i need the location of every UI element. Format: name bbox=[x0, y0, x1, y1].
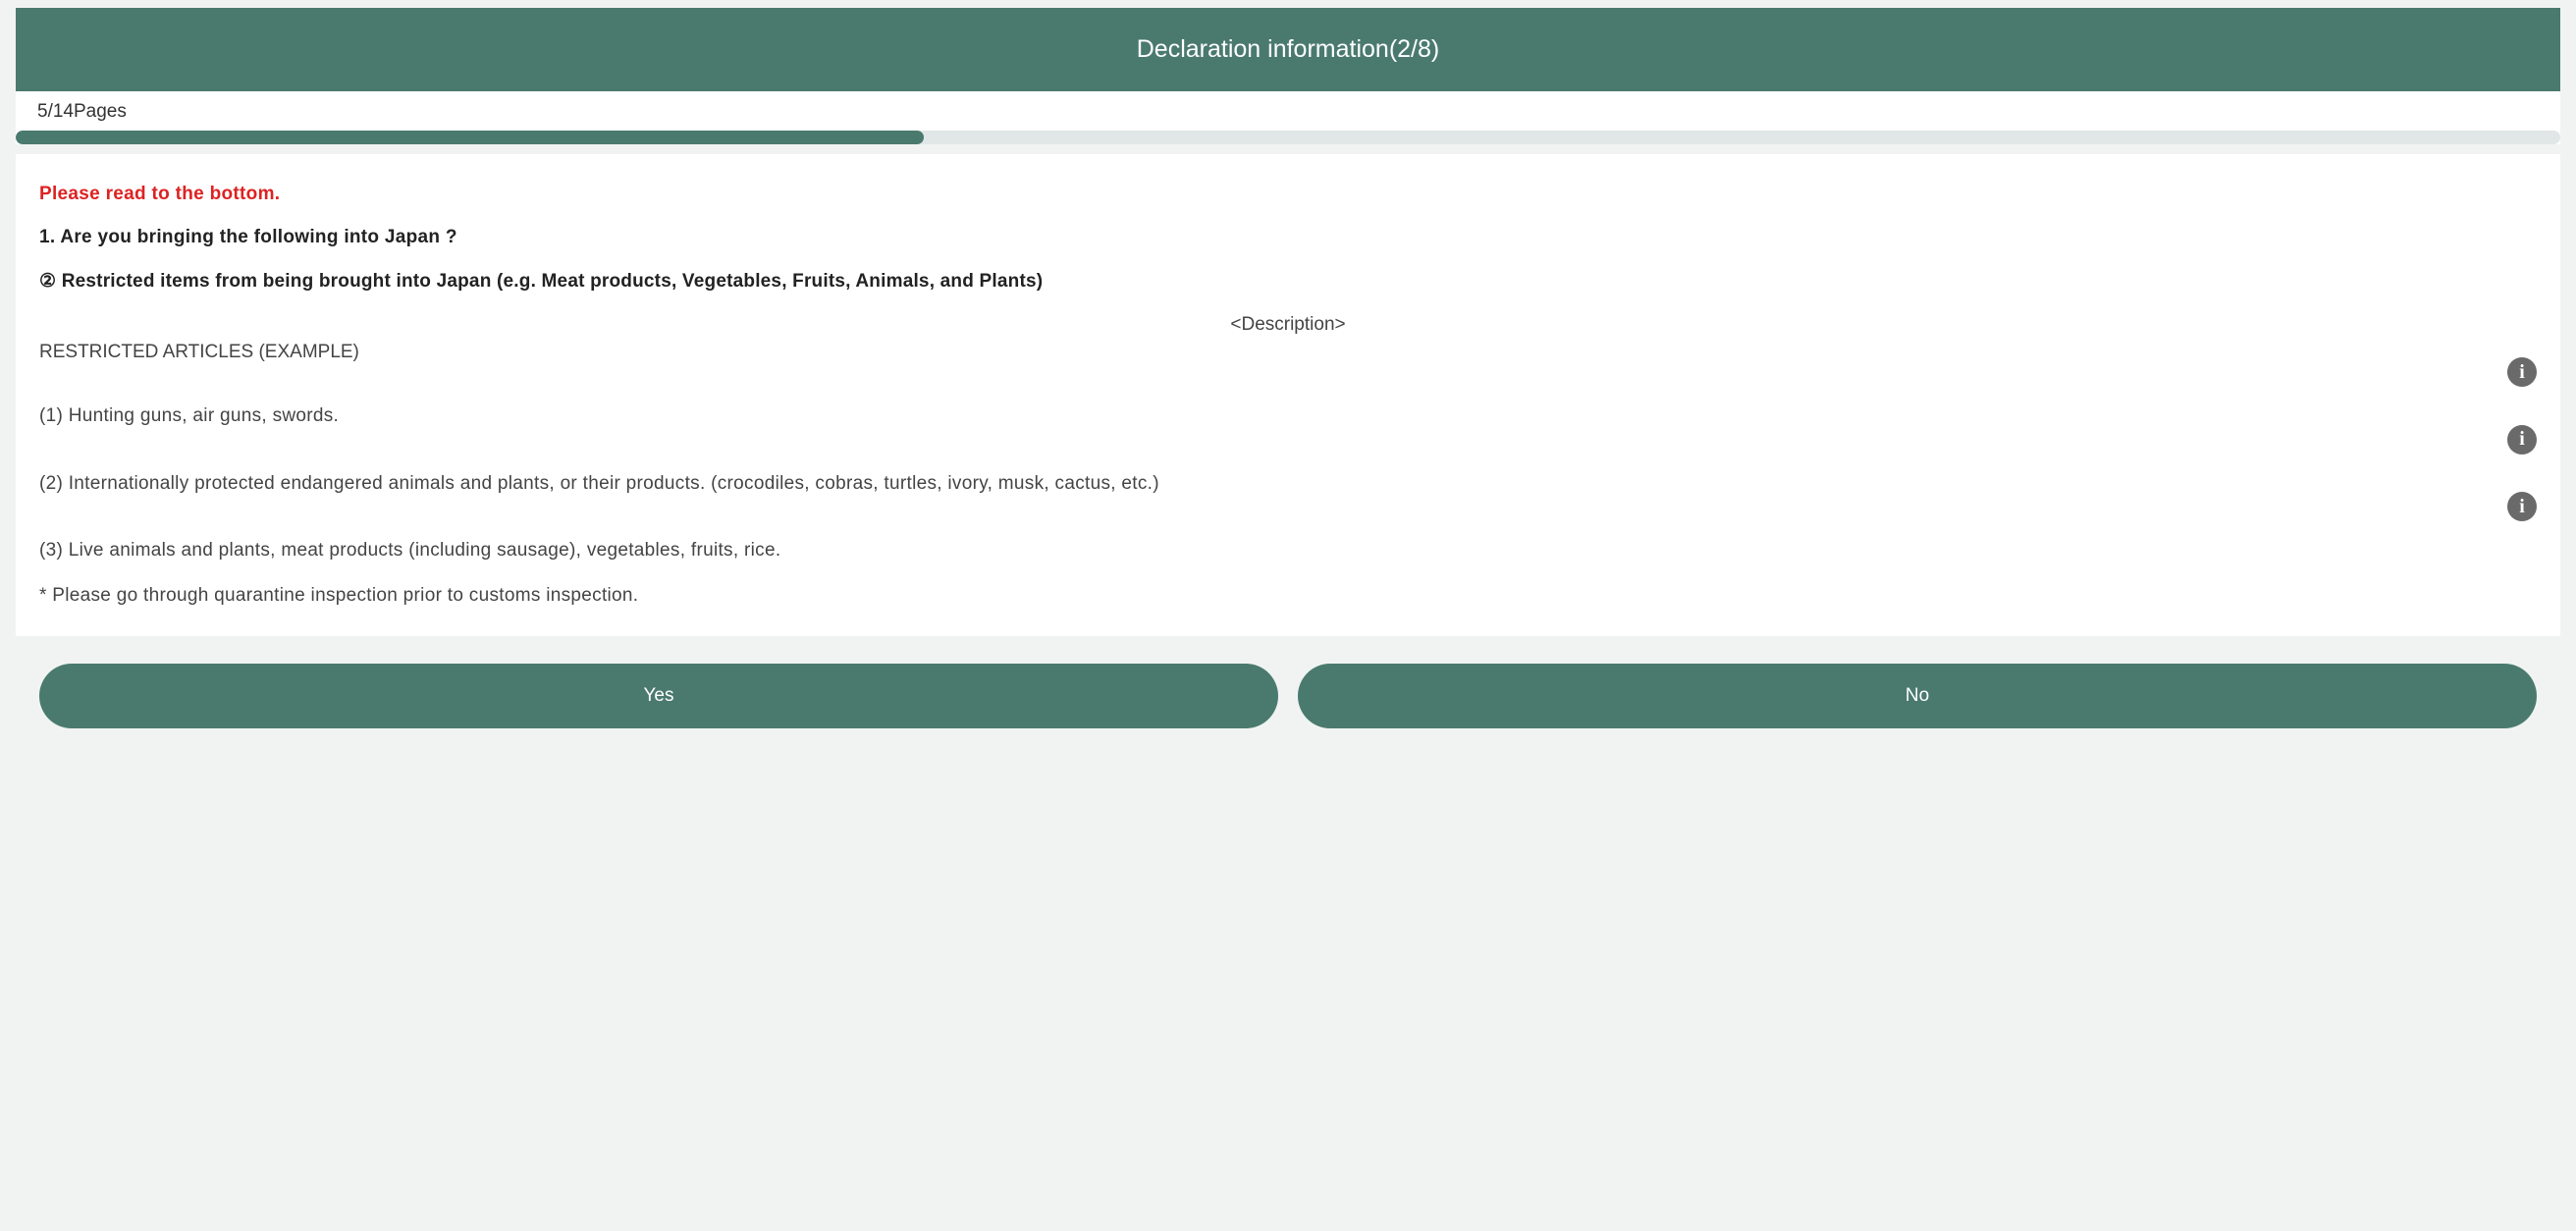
restricted-item-text: (1) Hunting guns, air guns, swords. bbox=[39, 402, 2537, 431]
description-title: RESTRICTED ARTICLES (EXAMPLE) bbox=[39, 342, 2537, 363]
page-title: Declaration information(2/8) bbox=[1137, 35, 1439, 63]
question-line-1: 1. Are you bringing the following into J… bbox=[39, 227, 2537, 248]
restricted-item: i (2) Internationally protected endanger… bbox=[39, 470, 2537, 499]
progress-section: 5/14Pages bbox=[16, 91, 2560, 144]
progress-bar bbox=[16, 131, 2560, 144]
question-line-2: ② Restricted items from being brought in… bbox=[39, 270, 2537, 293]
restricted-item: i (1) Hunting guns, air guns, swords. bbox=[39, 402, 2537, 431]
notice-text: Please read to the bottom. bbox=[39, 184, 2537, 205]
no-button[interactable]: No bbox=[1298, 664, 2537, 728]
info-icon[interactable]: i bbox=[2507, 492, 2537, 521]
page-header: Declaration information(2/8) bbox=[16, 8, 2560, 91]
info-icon[interactable]: i bbox=[2507, 425, 2537, 455]
content-card: Please read to the bottom. 1. Are you br… bbox=[16, 154, 2560, 636]
restricted-item-text: (3) Live animals and plants, meat produc… bbox=[39, 537, 2537, 565]
restricted-item: i (3) Live animals and plants, meat prod… bbox=[39, 537, 2537, 565]
quarantine-note: * Please go through quarantine inspectio… bbox=[39, 585, 2537, 607]
restricted-item-text: (2) Internationally protected endangered… bbox=[39, 470, 2537, 499]
description-label: <Description> bbox=[39, 314, 2537, 336]
progress-label: 5/14Pages bbox=[16, 101, 2560, 131]
progress-bar-fill bbox=[16, 131, 924, 144]
button-row: Yes No bbox=[16, 636, 2560, 728]
info-icon[interactable]: i bbox=[2507, 357, 2537, 387]
yes-button[interactable]: Yes bbox=[39, 664, 1278, 728]
